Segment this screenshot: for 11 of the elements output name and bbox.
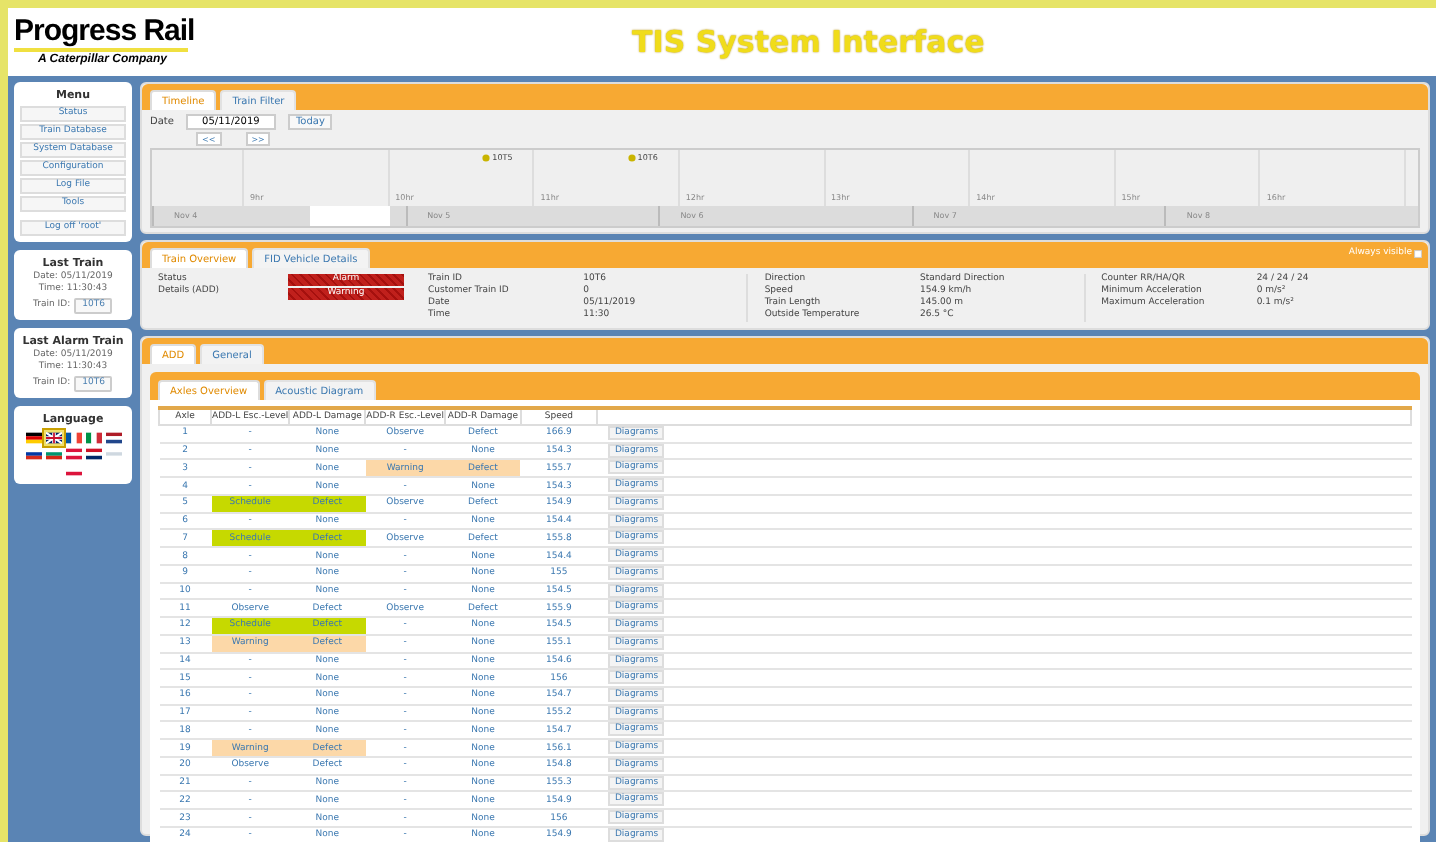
event-dot-icon bbox=[627, 154, 636, 162]
event-dot-icon bbox=[482, 154, 491, 162]
flag-icon[interactable] bbox=[23, 446, 43, 462]
flag-icon[interactable] bbox=[63, 430, 83, 446]
flag-icon[interactable] bbox=[83, 446, 103, 462]
flag-icon[interactable] bbox=[43, 430, 63, 446]
flag-icon[interactable] bbox=[103, 430, 123, 446]
flag-icon[interactable] bbox=[23, 430, 43, 446]
checkbox-icon[interactable] bbox=[1414, 250, 1422, 259]
app-title: TIS System Interface bbox=[632, 21, 985, 64]
scroll-thumb[interactable] bbox=[309, 206, 390, 226]
